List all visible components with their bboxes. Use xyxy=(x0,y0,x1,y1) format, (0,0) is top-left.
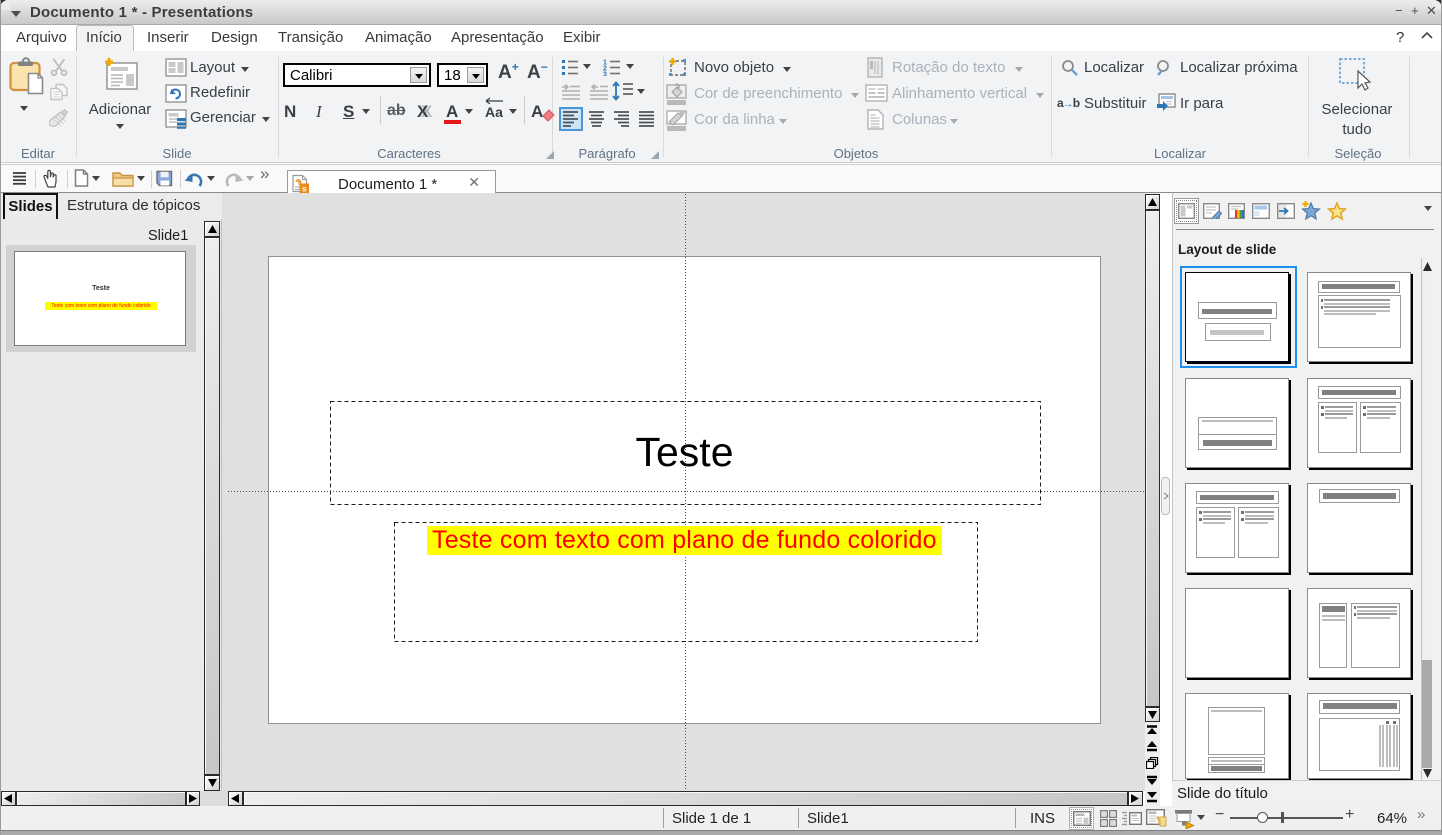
svg-text:s: s xyxy=(302,184,307,194)
svg-text:3: 3 xyxy=(603,72,607,77)
